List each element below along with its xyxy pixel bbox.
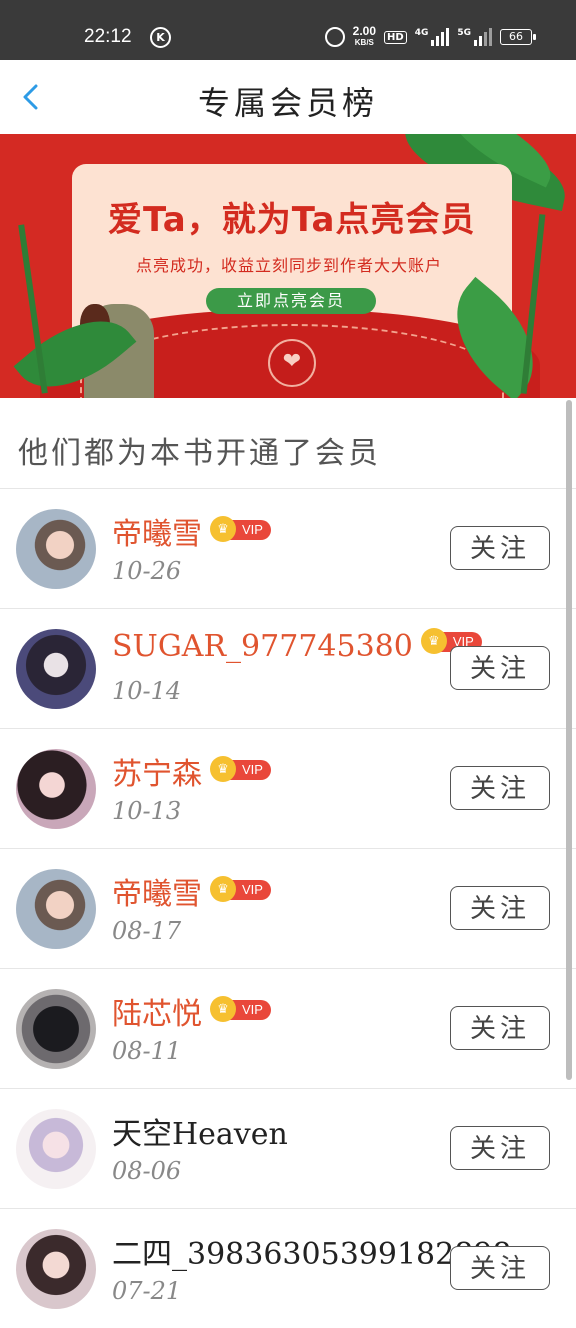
vip-badge: ♛ VIP [210, 756, 271, 782]
member-name-text: 帝曦雪 [112, 517, 202, 552]
avatar[interactable] [16, 629, 96, 709]
vip-label: VIP [242, 762, 263, 777]
member-name-text: 陆芯悦 [112, 997, 202, 1032]
follow-button[interactable]: 关注 [450, 1246, 550, 1290]
member-name-text: 天空Heaven [112, 1117, 288, 1152]
avatar[interactable] [16, 749, 96, 829]
follow-button[interactable]: 关注 [450, 766, 550, 810]
member-name: 陆芯悦 ♛ VIP [112, 989, 271, 1033]
avatar[interactable] [16, 989, 96, 1069]
list-item[interactable]: 天空Heaven 08-06 关注 [0, 1088, 576, 1208]
member-name: 帝曦雪 ♛ VIP [112, 869, 271, 913]
vip-badge: ♛ VIP [210, 996, 271, 1022]
member-date: 08-17 [112, 917, 182, 945]
status-icons: 2.00 KB/S HD 4G 5G 66 [324, 24, 536, 50]
vip-label: VIP [242, 1002, 263, 1017]
page-title: 专属会员榜 [197, 84, 378, 122]
heart-icon: ❤ [268, 339, 316, 387]
signal-5g-label: 5G [457, 28, 471, 38]
section-title: 他们都为本书开通了会员 [18, 436, 381, 471]
app-header: 专属会员榜 [0, 60, 576, 135]
member-date: 10-14 [112, 677, 182, 705]
signal-4g-label: 4G [414, 28, 429, 38]
follow-button[interactable]: 关注 [450, 526, 550, 570]
alarm-icon [324, 27, 345, 47]
promo-banner[interactable]: 爱Ta，就为Ta点亮会员 点亮成功，收益立刻同步到作者大大账户 立即点亮会员 ❤ [0, 134, 576, 398]
member-name: 天空Heaven [112, 1109, 288, 1153]
network-speed-unit: KB/S [354, 38, 374, 47]
k-app-icon: K [150, 27, 171, 48]
status-time: 22:12 [84, 26, 132, 47]
signal-4g-icon: 4G [415, 28, 450, 46]
follow-button[interactable]: 关注 [450, 646, 550, 690]
hd-icon: HD [384, 30, 407, 44]
member-date: 07-21 [112, 1277, 182, 1305]
member-date: 08-06 [112, 1157, 182, 1185]
scrollbar[interactable] [566, 400, 572, 1080]
member-name: 苏宁森 ♛ VIP [112, 749, 271, 793]
vip-label: VIP [242, 522, 263, 537]
light-up-member-button[interactable]: 立即点亮会员 [206, 288, 376, 314]
crown-icon: ♛ [210, 876, 236, 902]
vip-badge: ♛ VIP [210, 876, 271, 902]
battery-icon: 66 [500, 29, 536, 45]
member-name: 帝曦雪 ♛ VIP [112, 509, 271, 553]
avatar[interactable] [16, 1229, 96, 1309]
vip-badge: ♛ VIP [210, 516, 271, 542]
crown-icon: ♛ [420, 628, 447, 654]
crown-icon: ♛ [210, 516, 236, 542]
follow-button[interactable]: 关注 [450, 1126, 550, 1170]
avatar[interactable] [16, 1109, 96, 1189]
follow-button[interactable]: 关注 [450, 1006, 550, 1050]
list-item[interactable]: 帝曦雪 ♛ VIP 10-26 关注 [0, 488, 576, 608]
member-name-text: SUGAR_977745380 [112, 629, 413, 664]
list-item[interactable]: SUGAR_977745380 ♛ VIP 10-14 关注 [0, 608, 576, 728]
list-item[interactable]: 陆芯悦 ♛ VIP 08-11 关注 [0, 968, 576, 1088]
crown-icon: ♛ [210, 756, 236, 782]
member-date: 10-26 [112, 557, 182, 585]
list-item[interactable]: 二四_39836305399182898 07-21 关注 [0, 1208, 576, 1328]
vip-label: VIP [242, 882, 263, 897]
signal-5g-icon: 5G [457, 28, 492, 46]
member-date: 08-11 [112, 1037, 182, 1065]
member-date: 10-13 [112, 797, 182, 825]
member-name-text: 帝曦雪 [112, 877, 202, 912]
list-item[interactable]: 苏宁森 ♛ VIP 10-13 关注 [0, 728, 576, 848]
network-speed-value: 2.00 [352, 24, 377, 38]
status-bar: 22:12 K 2.00 KB/S HD 4G 5G 66 [0, 0, 576, 60]
network-speed: 2.00 KB/S [352, 24, 377, 48]
list-item[interactable]: 帝曦雪 ♛ VIP 08-17 关注 [0, 848, 576, 968]
member-name: SUGAR_977745380 ♛ VIP [112, 628, 482, 664]
banner-slogan: 爱Ta，就为Ta点亮会员 [108, 200, 476, 240]
avatar[interactable] [16, 869, 96, 949]
follow-button[interactable]: 关注 [450, 886, 550, 930]
crown-icon: ♛ [210, 996, 236, 1022]
avatar[interactable] [16, 509, 96, 589]
member-name-text: 苏宁森 [112, 757, 202, 792]
banner-subtitle: 点亮成功，收益立刻同步到作者大大账户 [136, 256, 443, 275]
